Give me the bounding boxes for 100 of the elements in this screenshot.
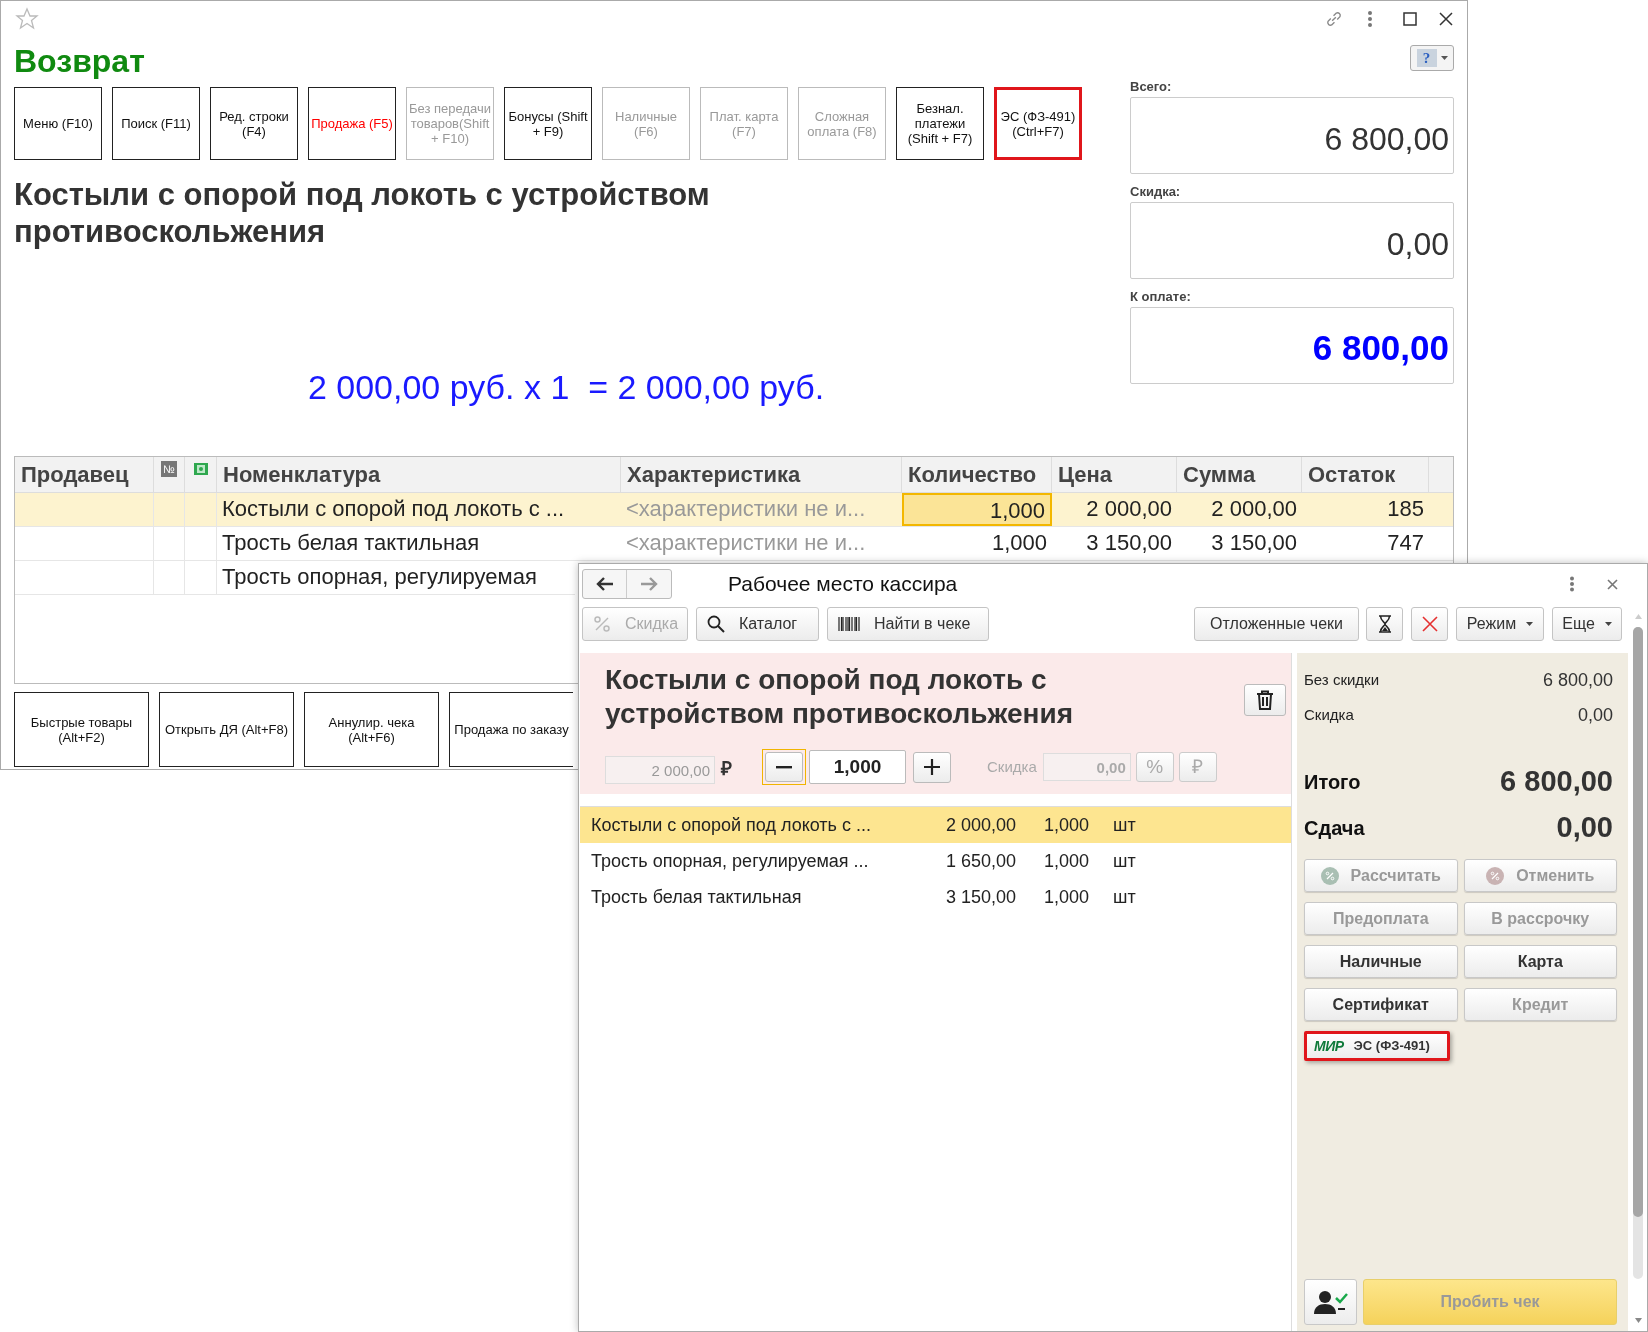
line-name: Трость опорная, регулируемая ...	[591, 849, 870, 873]
down-arrow-icon[interactable]	[1634, 1318, 1642, 1323]
more-icon[interactable]	[1569, 576, 1575, 592]
more-icon[interactable]	[1367, 10, 1373, 28]
line-price: 1 650,00	[944, 849, 1016, 873]
table-cell-text: 747	[1386, 529, 1425, 557]
percent-icon	[1320, 866, 1339, 885]
column-header[interactable]: Номенклатура	[217, 457, 621, 492]
command-button[interactable]: Продажа по заказу	[449, 692, 573, 767]
close-icon	[1421, 616, 1438, 632]
total-field: 0,00	[1130, 202, 1454, 279]
table-cell-text: <характеристики не и...	[625, 495, 867, 523]
decrease-button[interactable]	[765, 752, 803, 782]
toolbar-button[interactable]: Ред. строки (F4)	[210, 87, 298, 160]
percent-icon	[1486, 866, 1505, 885]
table-row[interactable]: Трость белая тактильная <характеристики не и... 1,000 3 150,00 3 150,00 747	[15, 527, 1453, 561]
table-cell-text: 185	[1386, 495, 1425, 523]
column-header[interactable]: Остаток	[1302, 457, 1429, 492]
number-column-header[interactable]: №	[161, 461, 177, 477]
summary-label: Скидка	[1304, 705, 1354, 726]
column-header[interactable]: Сумма	[1177, 457, 1302, 492]
table-cell-text: Трость белая тактильная	[221, 529, 481, 557]
summary-value: 0,00	[1556, 810, 1613, 846]
product-title: Костыли с опорой под локоть с устройством противоскольжения	[14, 176, 711, 250]
hourglass-button[interactable]	[1366, 607, 1403, 641]
command-button[interactable]: Аннулир. чека (Alt+F6)	[304, 692, 439, 767]
star-icon[interactable]	[15, 7, 39, 31]
total-field: 6 800,00	[1130, 307, 1454, 384]
summary-label: Без скидки	[1304, 670, 1380, 691]
toolbar-button[interactable]: Бонусы (Shift + F9)	[504, 87, 592, 160]
command-button[interactable]: Открыть ДЯ (Alt+F8)	[159, 692, 294, 767]
table-cell-text: Костыли с опорой под локоть с ...	[221, 495, 566, 523]
toolbar-button[interactable]: Каталог	[696, 607, 819, 641]
cashier-button[interactable]	[1304, 1279, 1357, 1325]
trash-icon	[1256, 690, 1274, 710]
percent-icon	[593, 615, 611, 633]
delete-button[interactable]	[1244, 684, 1286, 716]
barcode-icon	[838, 616, 860, 632]
summary-value: 6 800,00	[1500, 764, 1613, 800]
close-icon[interactable]	[1439, 12, 1453, 26]
price-line: 2 000,00 руб. х 1 = 2 000,00 руб.	[306, 367, 826, 408]
column-header[interactable]: Характеристика	[621, 457, 902, 492]
payment-button[interactable]: Карта	[1463, 945, 1617, 978]
cancel-button[interactable]	[1411, 607, 1448, 641]
table-cell-text: 3 150,00	[1085, 529, 1173, 557]
card-logo: МИР	[1314, 1036, 1344, 1056]
money-icon[interactable]	[192, 461, 209, 477]
toolbar-button[interactable]: Продажа (F5)	[308, 87, 396, 160]
field-label: Скидка:	[1130, 183, 1182, 201]
line-quantity: 1,000	[1042, 849, 1089, 873]
column-header[interactable]: Количество	[902, 457, 1052, 492]
column-header[interactable]: Продавец	[15, 457, 154, 492]
table-row[interactable]: Трость опорная, регулируемая	[15, 561, 575, 595]
item-title: Костыли с опорой под локоть с устройством противоскольжения	[605, 663, 1074, 731]
more-menu[interactable]: Еще	[1552, 607, 1622, 641]
mode-menu[interactable]: Режим	[1456, 607, 1544, 641]
caret-icon	[1526, 622, 1534, 626]
payment-button[interactable]: Наличные	[1304, 945, 1458, 978]
table-cell-text: <характеристики не и...	[625, 529, 867, 557]
summary-value: 0,00	[1577, 704, 1613, 727]
es-payment-button[interactable]: МИР ЭС (ФЗ-491)	[1304, 1031, 1450, 1061]
maximize-icon[interactable]	[1403, 12, 1417, 26]
line-name: Костыли с опорой под локоть с ...	[591, 813, 872, 837]
toolbar-button[interactable]: Меню (F10)	[14, 87, 102, 160]
form-title: Возврат	[14, 42, 146, 81]
user-check-icon	[1313, 1289, 1348, 1315]
line-quantity: 1,000	[1042, 813, 1089, 837]
field-label: К оплате:	[1130, 288, 1192, 306]
line-quantity: 1,000	[1042, 885, 1089, 909]
help-icon: ?	[1416, 49, 1437, 67]
toolbar-button[interactable]: Безнал. платежи (Shift + F7)	[896, 87, 984, 160]
command-button[interactable]: Быстрые товары (Alt+F2)	[14, 692, 149, 767]
table-cell: 1,000	[902, 493, 1052, 526]
field-label: Всего:	[1130, 78, 1173, 96]
line-unit: шт	[1113, 813, 1136, 837]
line-price: 3 150,00	[944, 885, 1016, 909]
help-button[interactable]: ?	[1410, 45, 1454, 71]
postponed-receipts-button[interactable]: Отложенные чеки	[1194, 607, 1359, 641]
line-price: 2 000,00	[944, 813, 1016, 837]
table-cell-text: Трость опорная, регулируемая	[221, 563, 538, 591]
toolbar-button[interactable]: Найти в чеке	[827, 607, 989, 641]
table-cell-text: 3 150,00	[1210, 529, 1298, 557]
minus-icon	[776, 765, 792, 769]
search-icon	[707, 615, 725, 633]
window-title: Рабочее место кассира	[728, 571, 958, 598]
left-arrow-icon	[595, 577, 614, 591]
table-row[interactable]: Костыли с опорой под локоть с ... <характеристики не и... 1,000 2 000,00 2 000,00 185	[15, 493, 1453, 527]
caret-icon	[1604, 622, 1612, 626]
discount-label: Скидка	[987, 756, 1037, 777]
toolbar-button[interactable]: ЭС (ФЗ-491) (Ctrl+F7)	[994, 87, 1082, 160]
summary-label: Итого	[1304, 770, 1361, 795]
increase-button[interactable]	[913, 751, 951, 783]
quantity-field[interactable]: 1,000	[809, 750, 906, 784]
summary-label: Сдача	[1304, 816, 1365, 841]
column-header[interactable]: Цена	[1052, 457, 1177, 492]
table-cell-text: 1,000	[990, 529, 1048, 557]
payment-button[interactable]: Сертификат	[1304, 988, 1458, 1021]
hourglass-icon	[1377, 615, 1392, 633]
currency-label: ₽	[721, 756, 732, 781]
toolbar-button[interactable]: Поиск (F11)	[112, 87, 200, 160]
